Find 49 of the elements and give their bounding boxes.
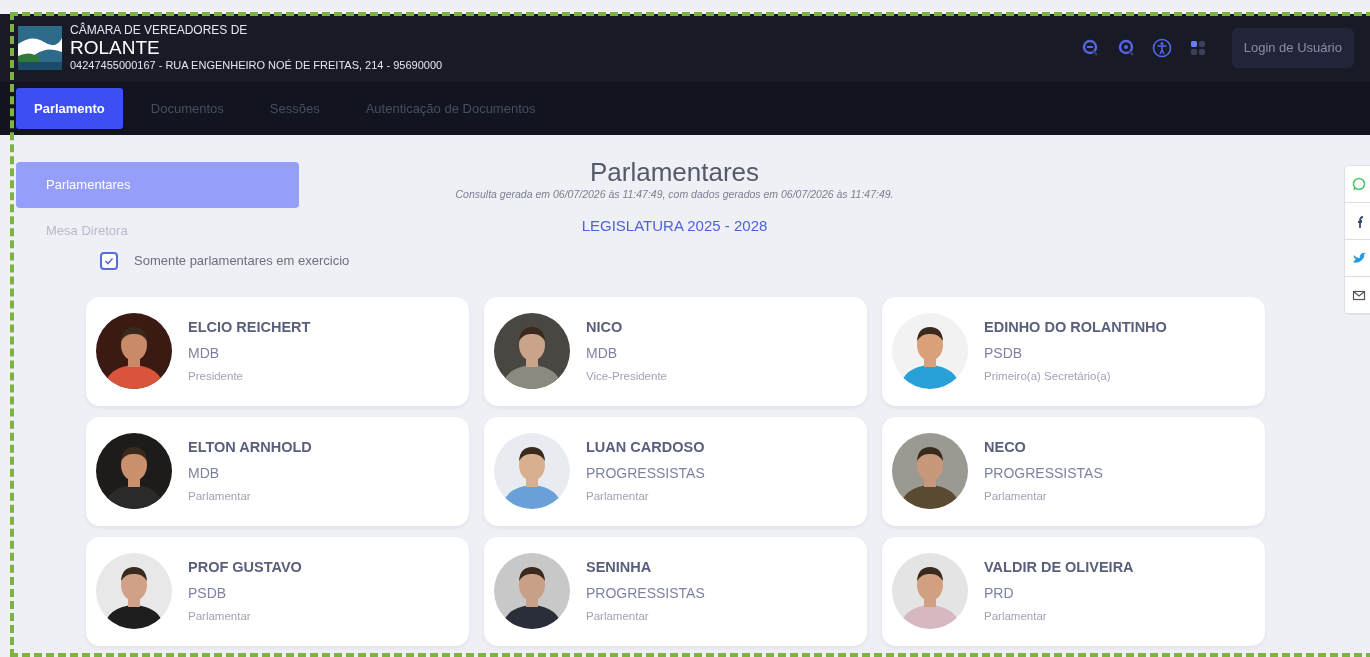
parliamentarian-card[interactable]: SENINHA PROGRESSISTAS Parlamentar (484, 536, 867, 646)
legislature-label: LEGISLATURA 2025 - 2028 (580, 215, 769, 236)
parliamentarian-card[interactable]: NICO MDB Vice-Presidente (484, 296, 867, 406)
party-label: MDB (188, 463, 221, 483)
role-label: Parlamentar (586, 488, 650, 504)
party-label: PRD (984, 583, 1015, 603)
filter-label: Somente parlamentares em exercicio (134, 252, 350, 270)
party-label: MDB (586, 343, 619, 363)
parliamentarian-card[interactable]: ELCIO REICHERT MDB Presidente (86, 296, 469, 406)
party-label: PROGRESSISTAS (984, 463, 1103, 483)
role-label: Parlamentar (984, 488, 1048, 504)
party-label: PROGRESSISTAS (586, 463, 705, 483)
parliamentarian-card[interactable]: PROF GUSTAVO PSDB Parlamentar (86, 536, 469, 646)
page-title: Parlamentares (588, 157, 761, 187)
role-label: Parlamentar (188, 488, 252, 504)
logo-icon (18, 26, 62, 70)
role-label: Parlamentar (188, 608, 252, 624)
role-label: Presidente (188, 368, 244, 384)
party-label: PSDB (984, 343, 1024, 363)
checkbox[interactable] (100, 251, 118, 270)
role-label: Primeiro(a) Secretário(a) (984, 368, 1112, 384)
party-label: MDB (188, 343, 221, 363)
council-label: CÂMARA DE VEREADORES DE (70, 24, 249, 37)
city-name: ROLANTE (70, 37, 161, 59)
parliamentarian-name: LUAN CARDOSO (586, 438, 705, 457)
nav-tab[interactable]: Parlamento (16, 87, 123, 130)
login-button[interactable]: Login de Usuário (1231, 28, 1354, 68)
parliamentarian-card[interactable]: EDINHO DO ROLANTINHO PSDB Primeiro(a) Secretário(a) (882, 296, 1265, 406)
check-icon (104, 255, 114, 266)
party-label: PSDB (188, 583, 228, 603)
parliamentarian-card[interactable]: ELTON ARNHOLD MDB Parlamentar (86, 416, 469, 526)
address-text: 04247455000167 - RUA ENGENHEIRO NOÉ DE FREITAS, 214 - 95690000 (70, 59, 443, 72)
generated-note: Consulta gerada em 06/07/2026 às 11:47:49, com dados gerados em 06/07/2026 às 11:47:49. (454, 187, 895, 202)
party-label: PROGRESSISTAS (586, 583, 705, 603)
parliamentarian-card[interactable]: NECO PROGRESSISTAS Parlamentar (882, 416, 1265, 526)
parliamentarian-name: SENINHA (586, 558, 653, 577)
parliamentarian-name: ELCIO REICHERT (188, 318, 311, 337)
parliamentarian-card[interactable]: VALDIR DE OLIVEIRA PRD Parlamentar (882, 536, 1265, 646)
parliamentarian-name: PROF GUSTAVO (188, 558, 302, 577)
parliamentarian-name: NECO (984, 438, 1027, 457)
parliamentarian-name: EDINHO DO ROLANTINHO (984, 318, 1167, 337)
accessibility-icon[interactable] (1151, 38, 1172, 58)
parliamentarian-name: NICO (586, 318, 624, 337)
parliamentarian-card[interactable]: LUAN CARDOSO PROGRESSISTAS Parlamentar (484, 416, 867, 526)
role-label: Parlamentar (984, 608, 1048, 624)
role-label: Parlamentar (586, 608, 650, 624)
parliamentarian-name: VALDIR DE OLIVEIRA (984, 558, 1134, 577)
role-label: Vice-Presidente (586, 368, 667, 384)
parliamentarian-name: ELTON ARNHOLD (188, 438, 312, 457)
